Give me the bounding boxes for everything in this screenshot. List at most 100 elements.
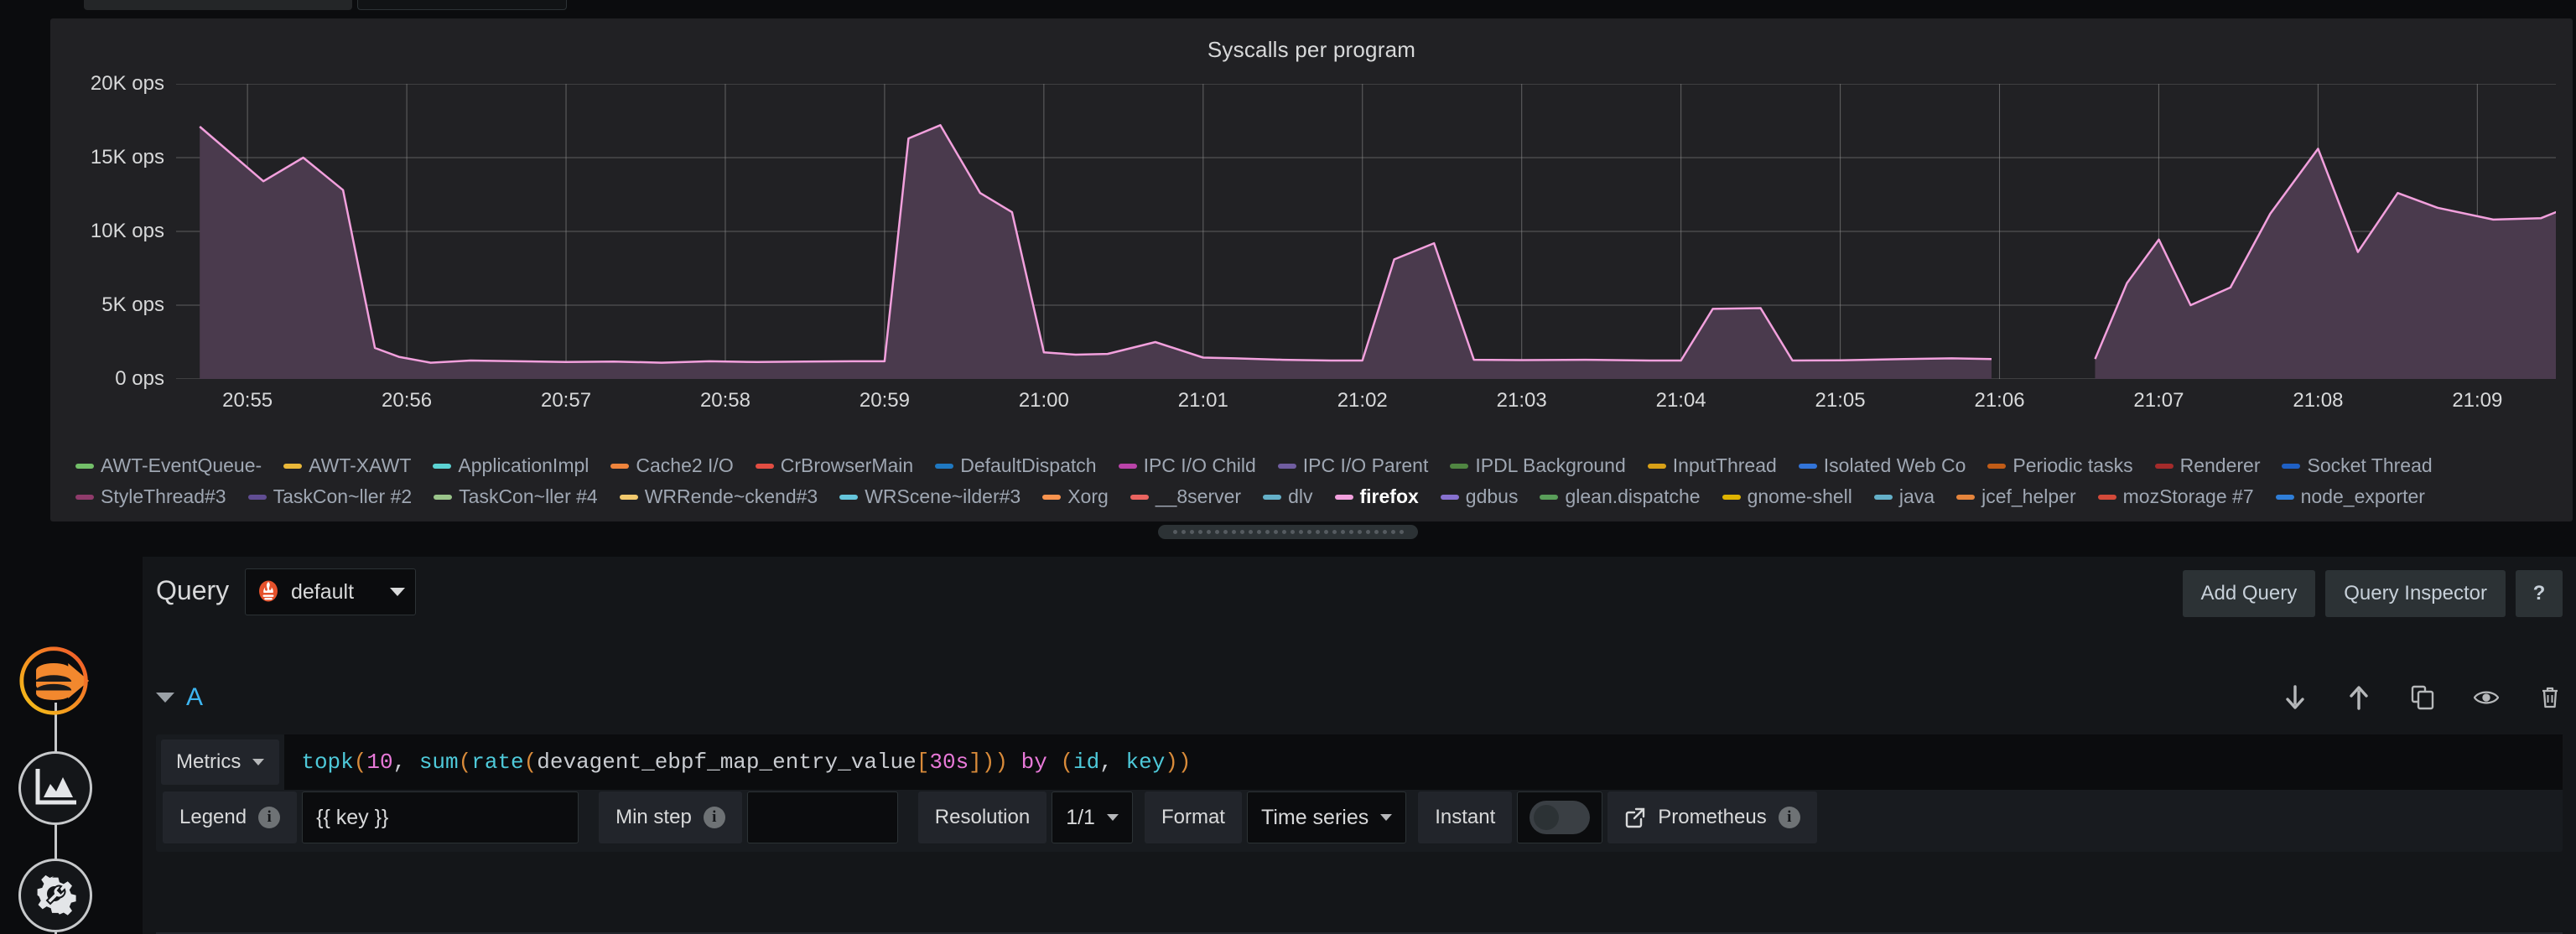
- info-icon[interactable]: i: [258, 807, 281, 828]
- rail-item-datasource[interactable]: [18, 644, 92, 718]
- legend-color-swatch: [1334, 494, 1353, 500]
- chevron-down-icon: [1106, 814, 1119, 821]
- legend-color-swatch: [1956, 494, 1976, 500]
- legend-item[interactable]: StyleThread#3: [75, 485, 226, 508]
- legend-item[interactable]: Cache2 I/O: [610, 454, 734, 477]
- query-inspector-button[interactable]: Query Inspector: [2325, 570, 2506, 617]
- legend-color-swatch: [75, 463, 94, 469]
- legend-item[interactable]: IPC I/O Parent: [1277, 454, 1428, 477]
- promql-token: 30s: [929, 750, 969, 775]
- legend-item[interactable]: WRScene~ilder#3: [839, 485, 1021, 508]
- legend-item[interactable]: AWT-EventQueue-: [75, 454, 262, 477]
- legend-item-label: Socket Thread: [2307, 454, 2433, 476]
- legend-item[interactable]: Isolated Web Co: [1798, 454, 1966, 477]
- trash-icon[interactable]: [2537, 685, 2563, 710]
- legend-item[interactable]: Xorg: [1042, 485, 1109, 508]
- panel-resize-handle[interactable]: [1158, 525, 1418, 539]
- legend-color-swatch: [839, 494, 859, 500]
- legend-item[interactable]: TaskCon~ller #2: [247, 485, 413, 508]
- resolution-label: Resolution: [917, 791, 1047, 843]
- legend-item[interactable]: AWT-XAWT: [283, 454, 411, 477]
- tab-ghost-active[interactable]: [84, 0, 352, 10]
- legend-item-label: AWT-EventQueue-: [101, 454, 262, 476]
- y-axis-tick: 20K ops: [90, 72, 164, 95]
- info-icon[interactable]: i: [1778, 807, 1800, 828]
- legend-item[interactable]: WRRende~ckend#3: [619, 485, 818, 508]
- legend-item-label: Cache2 I/O: [636, 454, 734, 476]
- query-header-actions: Add Query Query Inspector ?: [2182, 570, 2563, 617]
- plot-area[interactable]: [176, 84, 2556, 379]
- instant-label: Instant: [1418, 791, 1513, 843]
- tab-ghost-inactive[interactable]: [357, 0, 567, 10]
- query-section-label: Query: [156, 575, 230, 605]
- instant-toggle[interactable]: [1530, 801, 1591, 834]
- x-axis-tick: 21:09: [2452, 389, 2503, 412]
- legend-format-input[interactable]: [302, 791, 579, 843]
- x-axis-tick: 20:57: [540, 389, 592, 412]
- add-query-button[interactable]: Add Query: [2182, 570, 2316, 617]
- legend-label: Legend i: [163, 791, 298, 843]
- legend-item[interactable]: IPDL Background: [1450, 454, 1626, 477]
- legend-item[interactable]: jcef_helper: [1956, 485, 2076, 508]
- legend-item[interactable]: ApplicationImpl: [433, 454, 589, 477]
- grafana-panel-edit-screen: Syscalls per program 0 ops 5K ops 10K ops 1…: [0, 0, 2576, 934]
- info-icon[interactable]: i: [703, 807, 725, 828]
- min-step-input[interactable]: [746, 791, 898, 843]
- legend-item[interactable]: node_exporter: [2275, 485, 2425, 508]
- help-button[interactable]: ?: [2516, 570, 2563, 617]
- legend-item[interactable]: gnome-shell: [1722, 485, 1852, 508]
- legend-item[interactable]: InputThread: [1647, 454, 1777, 477]
- legend-color-swatch: [1118, 463, 1137, 469]
- legend-item[interactable]: IPC I/O Child: [1118, 454, 1256, 477]
- promql-token: [: [916, 750, 930, 775]
- y-axis-tick: 15K ops: [90, 146, 164, 169]
- legend-item[interactable]: DefaultDispatch: [935, 454, 1097, 477]
- legend-item-label: StyleThread#3: [101, 485, 226, 507]
- eye-icon[interactable]: [2474, 685, 2499, 710]
- legend-color-swatch: [1540, 494, 1559, 500]
- legend-item-label: TaskCon~ller #2: [273, 485, 413, 507]
- legend-item-label: __8server: [1155, 485, 1242, 507]
- query-options-row: Legend i Min step i Resolution 1/1: [156, 790, 2563, 852]
- promql-expression-input[interactable]: topk(10, sum(rate(devagent_ebpf_map_entr…: [284, 734, 2563, 790]
- arrow-down-icon[interactable]: [2283, 685, 2308, 710]
- legend-item[interactable]: Socket Thread: [2282, 454, 2433, 477]
- x-axis-tick: 20:56: [382, 389, 433, 412]
- resolution-select[interactable]: 1/1: [1052, 791, 1133, 843]
- query-editor: Query default Add Query Query Inspector …: [143, 557, 2576, 934]
- promql-token: sum: [418, 750, 459, 775]
- legend-item[interactable]: Renderer: [2154, 454, 2260, 477]
- legend-item[interactable]: mozStorage #7: [2097, 485, 2254, 508]
- legend-item-label: gnome-shell: [1747, 485, 1852, 507]
- legend-item[interactable]: Periodic tasks: [1987, 454, 2133, 477]
- prometheus-external-link[interactable]: Prometheus i: [1607, 791, 1817, 843]
- editor-mode-rail: [12, 644, 99, 934]
- legend-item[interactable]: TaskCon~ller #4: [434, 485, 598, 508]
- legend-item[interactable]: dlv: [1263, 485, 1313, 508]
- legend-item[interactable]: glean.dispatche: [1540, 485, 1701, 508]
- arrow-up-icon[interactable]: [2346, 685, 2371, 710]
- chevron-down-icon[interactable]: [156, 693, 174, 703]
- legend-color-swatch: [1130, 494, 1149, 500]
- legend-color-swatch: [1042, 494, 1062, 500]
- datasource-picker[interactable]: default: [245, 568, 416, 615]
- promql-token: ]: [969, 750, 982, 775]
- legend-item-label: AWT-XAWT: [309, 454, 412, 476]
- format-select[interactable]: Time series: [1246, 791, 1407, 843]
- legend-item[interactable]: gdbus: [1440, 485, 1518, 508]
- x-axis-tick: 20:55: [222, 389, 273, 412]
- rail-item-visualization[interactable]: [18, 751, 92, 825]
- legend-item[interactable]: firefox: [1334, 485, 1419, 508]
- x-axis-tick: 21:08: [2293, 389, 2344, 412]
- query-ref-id[interactable]: A: [186, 683, 203, 712]
- x-axis-tick: 21:05: [1815, 389, 1866, 412]
- legend-item[interactable]: java: [1873, 485, 1935, 508]
- duplicate-icon[interactable]: [2410, 685, 2435, 710]
- rail-item-settings[interactable]: [18, 859, 92, 932]
- promql-token: (: [523, 750, 538, 775]
- legend-item[interactable]: CrBrowserMain: [755, 454, 913, 477]
- promql-token: 10: [366, 750, 393, 775]
- metrics-browser-button[interactable]: Metrics: [161, 739, 280, 785]
- legend-color-swatch: [2275, 494, 2294, 500]
- legend-item[interactable]: __8server: [1130, 485, 1241, 508]
